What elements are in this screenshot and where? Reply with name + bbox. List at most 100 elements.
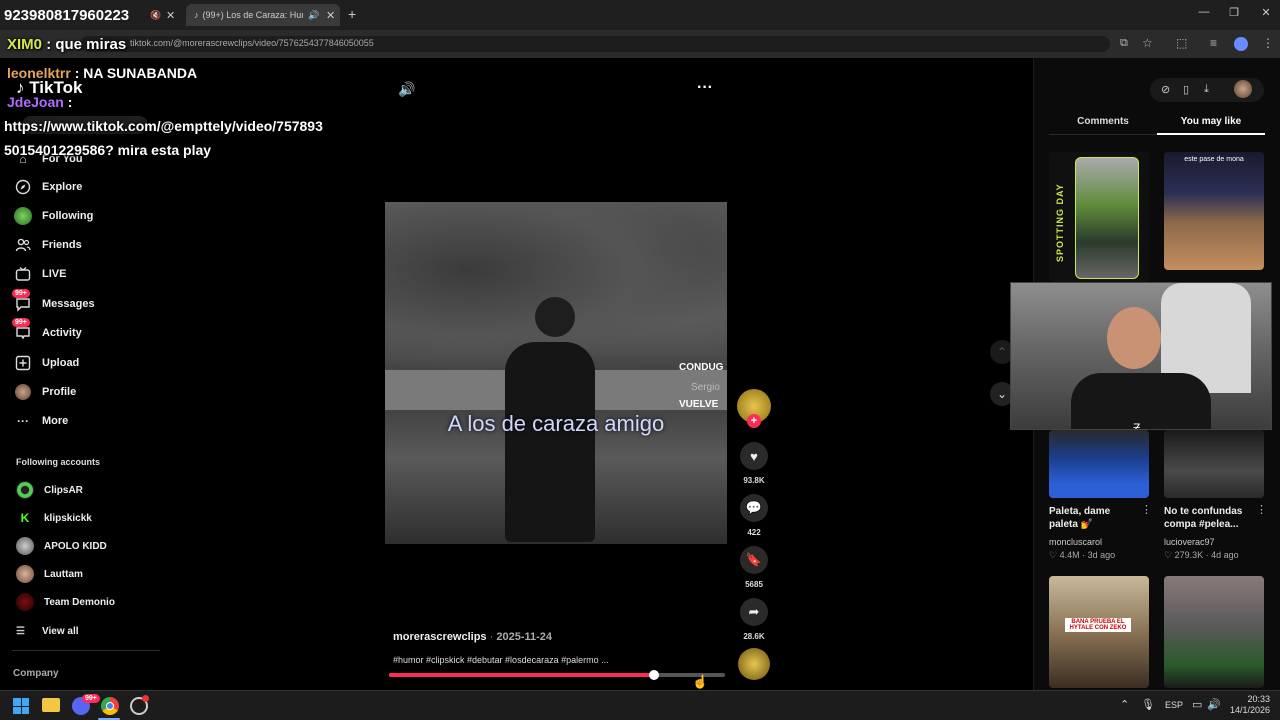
card-more-icon[interactable]: ⋮ (1256, 503, 1267, 516)
company-link[interactable]: Company (13, 668, 59, 679)
save-button[interactable]: 🔖 (740, 546, 768, 574)
windows-start-icon[interactable] (13, 698, 29, 714)
app-icon[interactable] (130, 695, 149, 715)
video-overlay-text: VUELVE (679, 399, 719, 410)
new-tab-button[interactable]: + (348, 6, 356, 22)
video-author[interactable]: morerascrewclips (393, 631, 487, 643)
nav-profile[interactable]: Profile (14, 381, 76, 403)
progress-handle[interactable] (649, 670, 660, 680)
account-item[interactable]: Team Demonio (16, 592, 115, 612)
nav-friends[interactable]: Friends (14, 234, 82, 256)
discord-icon[interactable]: 99+ (72, 694, 100, 715)
url-field[interactable]: tiktok.com/@morerascrewclips/video/75762… (80, 36, 1110, 52)
file-explorer-icon[interactable] (42, 698, 60, 712)
nav-label: Profile (42, 386, 77, 398)
video-options-icon[interactable]: ··· (697, 79, 713, 97)
card-author[interactable]: moncluscarol (1049, 537, 1102, 547)
network-icon[interactable]: ▭ (1192, 698, 1202, 711)
save-count: 5685 (745, 580, 763, 589)
account-avatar (16, 593, 34, 611)
minimize-icon[interactable]: — (1194, 6, 1214, 18)
tray-expand-icon[interactable]: ⌃ (1120, 698, 1129, 711)
card-more-icon[interactable]: ⋮ (1141, 503, 1152, 516)
tab-comments[interactable]: Comments (1049, 116, 1157, 127)
bookmark-star-icon[interactable]: ☆ (1142, 36, 1153, 50)
share-arrow-icon: ➦ (748, 604, 760, 619)
card-author[interactable]: lucioverac97 (1164, 537, 1215, 547)
account-item[interactable]: K klipskickk (16, 508, 92, 528)
browser-tab-1[interactable]: 🔇 ✕ 923980817960223 (0, 4, 180, 26)
recommended-thumbnail[interactable]: BANA PRUEBA EL HYTALE CON ZEKO (1049, 576, 1149, 688)
restore-icon[interactable]: ❐ (1224, 6, 1244, 19)
nav-label: Friends (42, 239, 82, 251)
view-all-link[interactable]: ☰ View all (16, 621, 79, 641)
nav-activity[interactable]: 99+ Activity (12, 318, 82, 344)
tab-title: 923980817960223 (4, 7, 130, 24)
device-icon[interactable]: ▯ (1183, 83, 1189, 96)
account-item[interactable]: APOLO KIDD (16, 536, 107, 556)
user-avatar[interactable] (1234, 80, 1252, 98)
nav-live[interactable]: LIVE (14, 263, 66, 285)
follow-plus-icon[interactable]: + (747, 414, 761, 428)
tab-title: (99+) Los de Caraza: Humor (202, 10, 303, 20)
account-name: klipskickk (44, 512, 92, 524)
chat-message: XIM0 : que miras (7, 36, 126, 53)
clock[interactable]: 20:33 14/1/2026 (1226, 694, 1270, 716)
comment-icon: 💬 (745, 500, 763, 515)
video-author-line: morerascrewclips · 2025-11-24 (393, 631, 553, 643)
nav-upload[interactable]: Upload (14, 352, 79, 374)
mute-icon: 🔇 (150, 9, 162, 20)
share-button[interactable]: ➦ (740, 598, 768, 626)
recommended-thumbnail[interactable] (1164, 576, 1264, 688)
volume-tray-icon[interactable]: 🔊 (1207, 698, 1221, 711)
comment-count: 422 (747, 528, 761, 537)
tab-you-may-like[interactable]: You may like (1157, 116, 1265, 127)
account-name: Lauttam (44, 568, 83, 580)
nav-following[interactable]: Following (14, 205, 93, 227)
card-title-line: compa #pelea... (1164, 519, 1239, 530)
streamer-body (1071, 373, 1211, 429)
download-icon[interactable]: ⤓ (1204, 83, 1209, 96)
card-title: Paleta, dame paleta 💅 (1049, 506, 1110, 530)
nav-label: Upload (42, 357, 80, 369)
recommended-thumbnail[interactable]: este pase de mona (1164, 152, 1264, 270)
recommended-thumbnail[interactable] (1164, 430, 1264, 498)
progress-fill (389, 673, 655, 677)
volume-icon[interactable]: 🔊 (398, 81, 415, 98)
extensions-icon[interactable]: ⬚ (1176, 36, 1187, 50)
chrome-icon[interactable] (101, 697, 119, 715)
close-window-icon[interactable]: ✕ (1256, 6, 1276, 19)
chevron-up-icon: ⌃ (996, 345, 1008, 359)
video-overlay-text: Sergio (691, 382, 720, 393)
card-title-line: paleta 💅 (1049, 519, 1094, 530)
reading-list-icon[interactable]: ≡ (1210, 36, 1217, 50)
taskbar: 99+ ⌃ 🎙 ESP ▭ 🔊 20:33 14/1/2026 (0, 690, 1280, 720)
recommended-thumbnail[interactable] (1049, 430, 1149, 498)
nav-explore[interactable]: Explore (14, 176, 82, 198)
account-item[interactable]: Lauttam (16, 564, 83, 584)
account-name: APOLO KIDD (44, 540, 107, 552)
browser-tab-2[interactable]: ♪ (99+) Los de Caraza: Humor 🔊 ✕ (186, 4, 340, 26)
tab-close-icon[interactable]: ✕ (326, 9, 335, 22)
following-avatar-icon (14, 207, 32, 225)
like-button[interactable]: ♥ (740, 442, 768, 470)
sound-disc-icon[interactable] (738, 648, 770, 680)
tab-close-icon[interactable]: ✕ (166, 9, 175, 22)
video-overlay-text: CONDUG (679, 362, 724, 373)
comment-button[interactable]: 💬 (740, 494, 768, 522)
account-item[interactable]: ClipsAR (16, 480, 83, 500)
compass-small-icon[interactable]: ⊘ (1161, 83, 1170, 96)
kick-logo-icon: K (16, 509, 34, 527)
browser-menu-icon[interactable]: ⋮ (1262, 36, 1274, 50)
video-player[interactable]: CONDUG Sergio VUELVE A los de caraza ami… (385, 202, 727, 544)
cast-icon[interactable]: ⧉ (1120, 37, 1128, 50)
video-hashtags[interactable]: #humor #clipskick #debutar #losdecaraza … (393, 655, 609, 665)
nav-label: More (42, 415, 69, 427)
browser-profile-avatar[interactable] (1234, 37, 1248, 51)
nav-messages[interactable]: 99+ Messages (12, 289, 95, 315)
progress-bar[interactable] (389, 670, 725, 680)
recommended-thumbnail[interactable]: SPOTTING DAY (1049, 152, 1149, 282)
nav-more[interactable]: ··· More (14, 410, 68, 432)
language-indicator[interactable]: ESP (1165, 700, 1183, 710)
microphone-icon[interactable]: 🎙 (1141, 698, 1155, 711)
